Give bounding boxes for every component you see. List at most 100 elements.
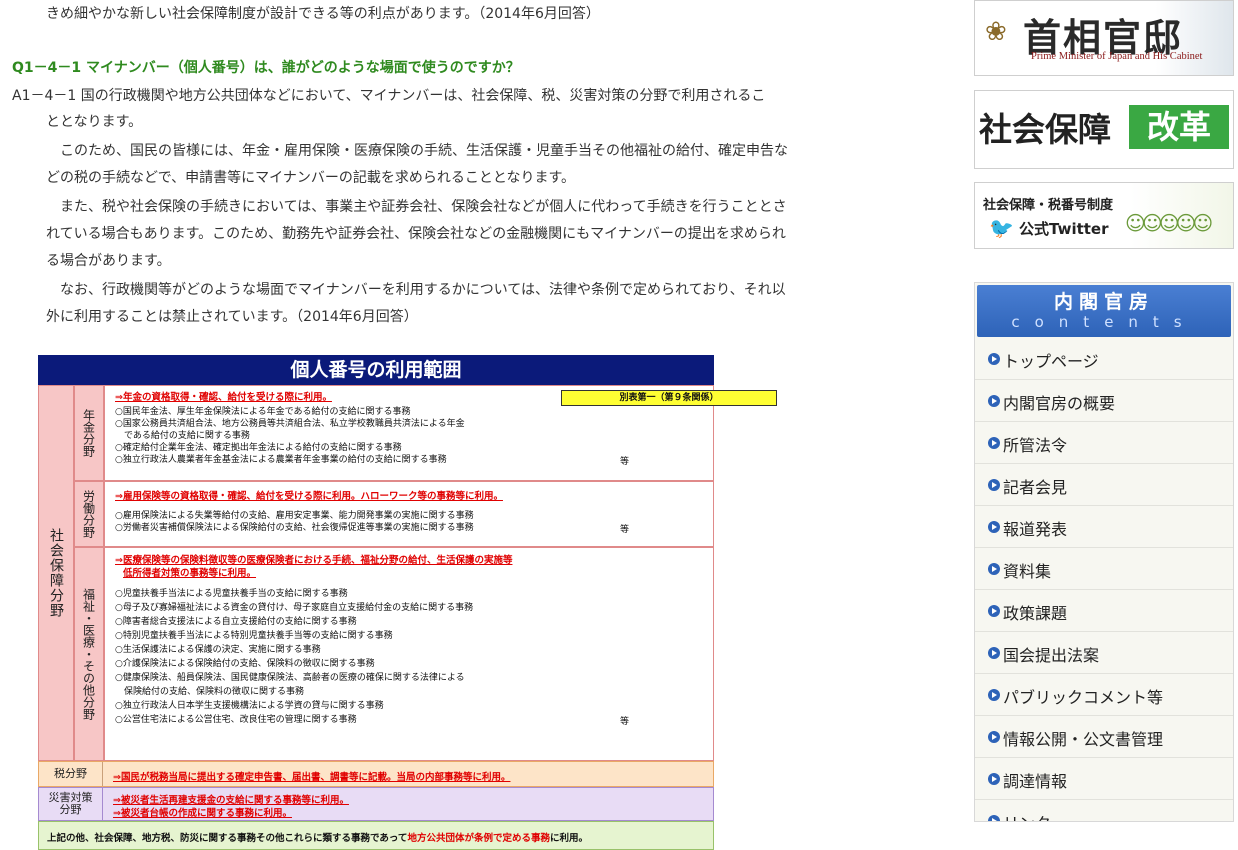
welfare-headline: 低所得者対策の事務等に利用。 [123, 568, 257, 579]
figure-title: 個人番号の利用範囲 [38, 355, 714, 385]
pension-line: ○確定給付企業年金法、確定拠出年金法による給付の支給に関する事務 [115, 443, 402, 453]
welfare-line: ○生活保護法による保護の決定、実施に関する事務 [115, 645, 321, 655]
arrow-bullet-icon [988, 479, 1000, 491]
answer-line-2: ととなります。 [46, 114, 143, 130]
welfare-line: ○独立行政法人日本学生支援機構法による学資の貸与に関する事務 [115, 701, 384, 711]
welfare-line: ○特別児童扶養手当法による特別児童扶養手当等の支給に関する事務 [115, 631, 393, 641]
arrow-bullet-icon [988, 563, 1000, 575]
menu-item-label: 資料集 [1003, 562, 1052, 581]
menu-header: 内閣官房 contents [977, 285, 1231, 337]
pension-line: ○独立行政法人農業者年金基金法による農業者年金事業の給付の支給に関する事務 [115, 455, 447, 465]
other-text-a: 上記の他、社会保障、地方税、防災に関する事務その他これらに類する事務であって [47, 833, 408, 844]
labor-line: ○労働者災害補償保険法による保険給付の支給、社会復帰促進等事業の実施に関する事務 [115, 523, 474, 533]
answer-line-8: なお、行政機関等がどのような場面でマイナンバーを利用するかについては、法律や条例… [60, 282, 786, 298]
arrow-bullet-icon [988, 773, 1000, 785]
welfare-line: 保険給付の支給、保険料の徴収に関する事務 [115, 687, 305, 697]
answer-line-4: どの税の手続などで、申請書等にマイナンバーの記載を求められることとなります。 [46, 170, 576, 186]
welfare-section: ⇒医療保険等の保険料徴収等の医療保険者における手続、福祉分野の給付、生活保護の実… [104, 547, 714, 761]
answer-line-1: A1－4－1 国の行政機関や地方公共団体などにおいて、マイナンバーは、社会保障、… [12, 88, 766, 104]
menu-item-label: 情報公開・公文書管理 [1003, 730, 1164, 749]
menu-item-press-conference[interactable]: 記者会見 [975, 464, 1233, 506]
disaster-line: ⇒被災者生活再建支援金の支給に関する事務等に利用。 [113, 795, 349, 806]
pension-etc: 等 [619, 457, 629, 467]
labor-section: ⇒雇用保険等の資格取得・確認、給付を受ける際に利用。ハローワーク等の事務等に利用… [104, 481, 714, 547]
pension-line: である給付の支給に関する事務 [115, 431, 250, 441]
menu-item-materials[interactable]: 資料集 [975, 548, 1233, 590]
menu-item-label: パブリックコメント等 [1003, 688, 1164, 707]
menu-title: 内閣官房 [1053, 291, 1154, 313]
twitter-bird-icon: 🐦 [989, 216, 1014, 240]
question-heading: Q1－4－1 マイナンバー（個人番号）は、誰がどのような場面で使うのですか？ [12, 60, 520, 76]
menu-item-label: 内閣官房の概要 [1003, 394, 1116, 413]
reform-part1: 社会保障 [979, 110, 1111, 149]
twitter-line2: 公式Twitter [1019, 220, 1109, 238]
twitter-line1: 社会保障・税番号制度 [983, 198, 1114, 213]
answer-line-9: 外に利用することは禁止されています。（2014年6月回答） [46, 309, 418, 325]
paulownia-crest-icon: ❀ [985, 17, 1007, 47]
arrow-bullet-icon [988, 395, 1000, 407]
menu-item-label: リンク [1003, 810, 1051, 821]
people-illustration-icon: ☺☺☺☺☺ [1125, 211, 1213, 235]
labor-etc: 等 [619, 525, 629, 535]
menu-item-label: 記者会見 [1003, 478, 1068, 497]
welfare-headline: ⇒医療保険等の保険料徴収等の医療保険者における手続、福祉分野の給付、生活保護の実… [115, 555, 513, 566]
welfare-label: 福祉・医療・その他分野 [74, 547, 104, 761]
other-text: 上記の他、社会保障、地方税、防災に関する事務その他これらに類する事務であって地方… [47, 830, 588, 844]
pension-label: 年金分野 [74, 385, 104, 481]
arrow-bullet-icon [988, 521, 1000, 533]
social-security-reform-banner[interactable]: 社会保障 改革 [974, 90, 1234, 169]
answer-line-5: また、税や社会保険の手続きにおいては、事業主や証券会社、保険会社などが個人に代わ… [60, 199, 787, 215]
welfare-line: ○児童扶養手当法による児童扶養手当の支給に関する事務 [115, 589, 348, 599]
tax-row: 税分野 ⇒国民が税務当局に提出する確定申告書、届出書、調書等に記載。当局の内部事… [38, 761, 714, 787]
welfare-line: ○健康保険法、船員保険法、国民健康保険法、高齢者の医療の確保に関する法律による [115, 673, 465, 683]
welfare-line: ○公営住宅法による公営住宅、改良住宅の管理に関する事務 [115, 715, 357, 725]
cabinet-secretariat-menu: 内閣官房 contents トップページ 内閣官房の概要 所管法令 記者会見 報… [974, 282, 1234, 822]
other-text-b: 地方公共団体が条例で定める事務 [407, 833, 550, 844]
menu-item-disclosure[interactable]: 情報公開・公文書管理 [975, 716, 1233, 758]
labor-line: ○雇用保険法による失業等給付の支給、雇用安定事業、能力開発事業の実施に関する事務 [115, 511, 474, 521]
menu-item-public-comment[interactable]: パブリックコメント等 [975, 674, 1233, 716]
other-row: 上記の他、社会保障、地方税、防災に関する事務その他これらに類する事務であって地方… [38, 821, 714, 850]
kantei-banner[interactable]: ❀ 首相官邸 Prime Minister of Japan and His C… [974, 0, 1234, 76]
tax-text: ⇒国民が税務当局に提出する確定申告書、届出書、調書等に記載。当局の内部事務等に利… [113, 772, 511, 783]
menu-subtitle: contents [1011, 313, 1197, 331]
pension-line: ○国民年金法、厚生年金保険法による年金である給付の支給に関する事務 [115, 407, 411, 417]
menu-item-label: 国会提出法案 [1003, 646, 1100, 665]
arrow-bullet-icon [988, 353, 1000, 365]
arrow-bullet-icon [988, 605, 1000, 617]
arrow-bullet-icon [988, 815, 1000, 821]
pension-headline: ⇒年金の資格取得・確認、給付を受ける際に利用。 [115, 392, 332, 403]
welfare-line: ○介護保険法による保険給付の支給、保険料の徴収に関する事務 [115, 659, 375, 669]
menu-item-policy[interactable]: 政策課題 [975, 590, 1233, 632]
welfare-line: ○障害者総合支援法による自立支援給付の支給に関する事務 [115, 617, 357, 627]
arrow-bullet-icon [988, 437, 1000, 449]
menu-item-label: 報道発表 [1003, 520, 1068, 539]
welfare-line: ○母子及び寡婦福祉法による資金の貸付け、母子家庭自立支援給付金の支給に関する事務 [115, 603, 474, 613]
menu-item-overview[interactable]: 内閣官房の概要 [975, 380, 1233, 422]
menu-item-top[interactable]: トップページ [975, 338, 1233, 380]
other-text-c: に利用。 [549, 833, 588, 844]
twitter-banner[interactable]: 社会保障・税番号制度 🐦 公式Twitter ☺☺☺☺☺ [974, 182, 1234, 249]
welfare-etc: 等 [619, 717, 629, 727]
menu-item-label: 政策課題 [1003, 604, 1068, 623]
menu-item-laws[interactable]: 所管法令 [975, 422, 1233, 464]
article-main: きめ細やかな新しい社会保障制度が設計できる等の利点があります。（2014年6月回… [0, 0, 940, 850]
disaster-row: 災害対策分野 ⇒被災者生活再建支援金の支給に関する事務等に利用。 ⇒被災者台帳の… [38, 787, 714, 821]
labor-headline: ⇒雇用保険等の資格取得・確認、給付を受ける際に利用。ハローワーク等の事務等に利用… [115, 491, 503, 502]
menu-item-bills[interactable]: 国会提出法案 [975, 632, 1233, 674]
menu-item-label: トップページ [1003, 352, 1099, 371]
menu-item-procurement[interactable]: 調達情報 [975, 758, 1233, 800]
menu-item-label: 調達情報 [1003, 772, 1068, 791]
answer-line-7: る場合があります。 [46, 253, 171, 269]
tax-label: 税分野 [39, 762, 103, 786]
menu-item-label: 所管法令 [1003, 436, 1068, 455]
answer-line-3: このため、国民の皆様には、年金・雇用保険・医療保険の手続、生活保護・児童手当その… [60, 143, 788, 159]
reform-part2: 改革 [1129, 105, 1229, 149]
answer-tail-line: きめ細やかな新しい社会保障制度が設計できる等の利点があります。（2014年6月回… [46, 6, 600, 22]
menu-item-links[interactable]: リンク [975, 800, 1233, 821]
menu-item-press-release[interactable]: 報道発表 [975, 506, 1233, 548]
arrow-bullet-icon [988, 689, 1000, 701]
usage-scope-figure: 個人番号の利用範囲 社会保障分野 年金分野 ⇒年金の資格取得・確認、給付を受ける… [38, 355, 777, 850]
labor-label: 労働分野 [74, 481, 104, 547]
social-security-label: 社会保障分野 [38, 385, 74, 761]
